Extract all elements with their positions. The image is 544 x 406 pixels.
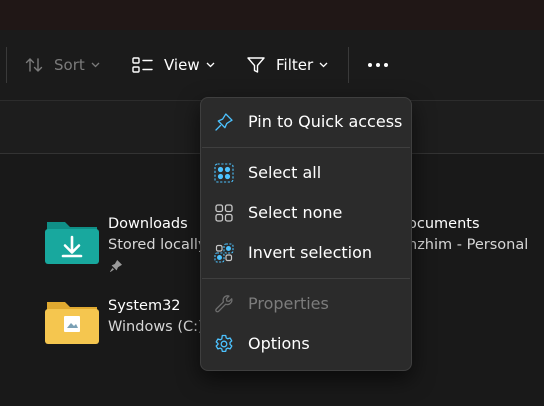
folder-icon	[44, 298, 100, 350]
gear-icon	[214, 334, 234, 354]
menu-item-label: Select all	[248, 163, 322, 182]
view-label: View	[164, 56, 200, 74]
menu-item-label: Pin to Quick access	[248, 112, 403, 131]
menu-item-properties[interactable]: Properties	[201, 286, 411, 322]
menu-item-label: Options	[248, 334, 310, 353]
downloads-folder-icon	[44, 218, 100, 270]
filter-icon	[246, 55, 266, 75]
file-name: Downloads	[108, 216, 188, 232]
chevron-down-icon	[206, 62, 215, 68]
file-location: Stored locally	[108, 237, 207, 253]
toolbar-separator	[6, 47, 7, 83]
filter-label: Filter	[276, 56, 314, 74]
file-location: nzhim - Personal	[408, 237, 529, 253]
sort-button[interactable]: Sort	[24, 50, 100, 80]
view-icon	[132, 55, 154, 75]
sort-label: Sort	[54, 56, 85, 74]
sort-icon	[24, 55, 44, 75]
menu-item-label: Invert selection	[248, 243, 373, 262]
file-name: ocuments	[408, 216, 480, 232]
more-icon	[366, 62, 390, 68]
menu-separator	[202, 147, 410, 148]
menu-item-invert-selection[interactable]: Invert selection	[201, 235, 411, 271]
file-name: System32	[108, 298, 181, 314]
chevron-down-icon	[319, 62, 328, 68]
menu-item-label: Properties	[248, 294, 329, 313]
menu-item-select-none[interactable]: Select none	[201, 195, 411, 231]
toolbar-separator	[348, 47, 349, 83]
pin-icon	[214, 112, 234, 132]
wrench-icon	[214, 294, 234, 314]
select-all-icon	[214, 163, 234, 183]
menu-item-options[interactable]: Options	[201, 326, 411, 362]
menu-item-select-all[interactable]: Select all	[201, 155, 411, 191]
file-location: Windows (C:)\	[108, 319, 209, 335]
title-bar	[0, 0, 544, 30]
more-options-menu: Pin to Quick access Select all Select no…	[200, 97, 412, 371]
select-none-icon	[214, 203, 234, 223]
menu-item-pin-to-quick-access[interactable]: Pin to Quick access	[201, 104, 411, 140]
pin-icon	[109, 258, 123, 277]
view-button[interactable]: View	[132, 50, 215, 80]
menu-separator	[202, 278, 410, 279]
chevron-down-icon	[91, 62, 100, 68]
more-options-button[interactable]	[366, 50, 390, 80]
filter-button[interactable]: Filter	[246, 50, 328, 80]
invert-selection-icon	[214, 243, 234, 263]
menu-item-label: Select none	[248, 203, 343, 222]
